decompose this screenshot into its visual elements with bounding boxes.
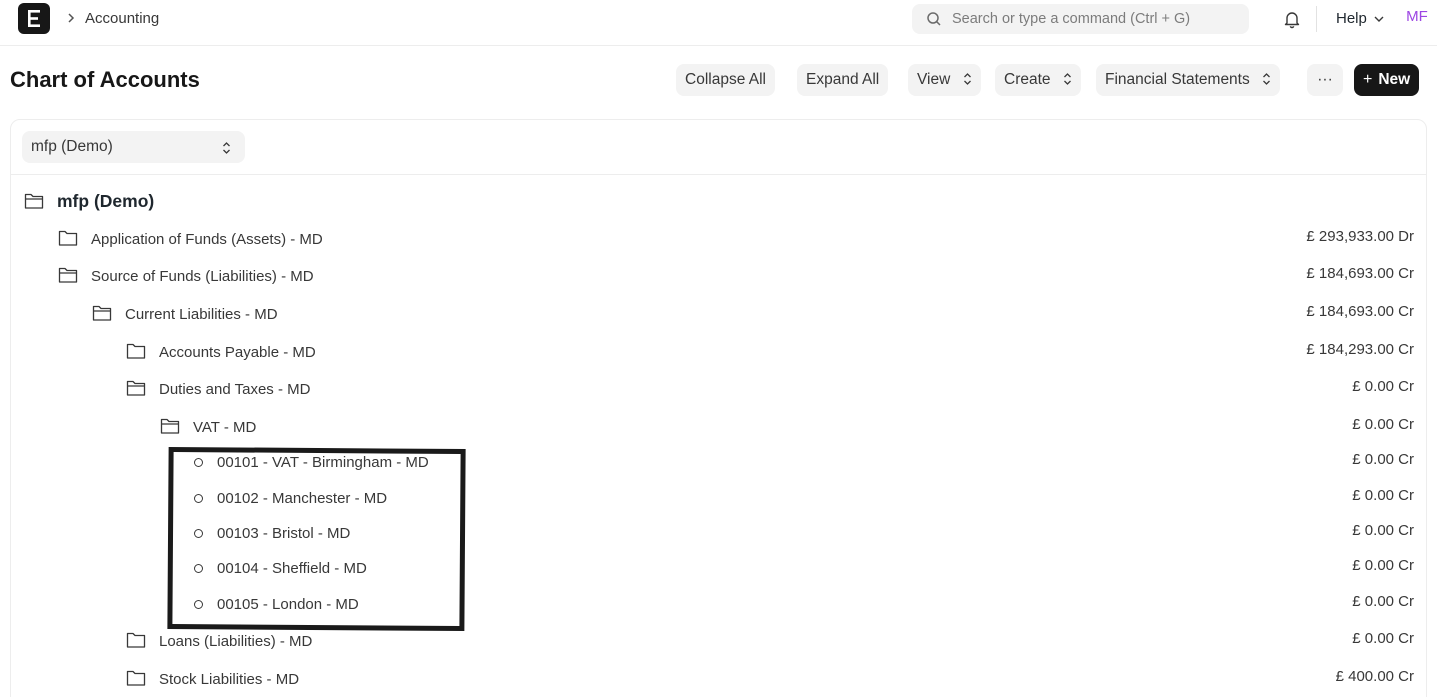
select-arrows-icon: [1263, 72, 1271, 85]
tree-group-node[interactable]: Current Liabilities - MD £ 184,693.00 Cr: [0, 300, 1437, 330]
account-balance: £ 184,693.00 Cr: [1306, 265, 1414, 282]
account-name: VAT - MD: [193, 419, 257, 436]
company-select[interactable]: mfp (Demo): [22, 131, 245, 163]
navbar-divider: [1316, 6, 1317, 32]
tree-group-node[interactable]: Accounts Payable - MD £ 184,293.00 Cr: [0, 338, 1437, 368]
leaf-node-icon: [194, 564, 203, 573]
account-name: 00101 - VAT - Birmingham - MD: [217, 454, 429, 471]
expand-all-label: Expand All: [806, 71, 880, 88]
tree-root-node[interactable]: mfp (Demo): [0, 187, 1437, 217]
account-balance: £ 0.00 Cr: [1352, 378, 1414, 395]
account-balance: £ 0.00 Cr: [1352, 593, 1414, 610]
tree-group-node[interactable]: Duties and Taxes - MD £ 0.00 Cr: [0, 375, 1437, 405]
user-avatar[interactable]: MF: [1402, 8, 1432, 30]
select-arrows-icon: [223, 142, 230, 154]
account-balance: £ 0.00 Cr: [1352, 416, 1414, 433]
breadcrumb-accounting[interactable]: Accounting: [85, 10, 159, 27]
notification-bell-icon[interactable]: [1282, 9, 1302, 29]
account-balance: £ 293,933.00 Dr: [1306, 228, 1414, 245]
create-dropdown[interactable]: Create: [995, 64, 1081, 96]
chevron-down-icon[interactable]: [1373, 15, 1385, 23]
folder-open-icon: [24, 193, 44, 209]
account-name: Loans (Liabilities) - MD: [159, 633, 313, 650]
plus-icon: +: [1363, 71, 1373, 88]
leaf-node-icon: [194, 494, 203, 503]
account-name: Current Liabilities - MD: [125, 306, 278, 323]
search-icon: [927, 12, 941, 26]
help-menu[interactable]: Help: [1336, 10, 1367, 27]
collapse-all-button[interactable]: Collapse All: [676, 64, 775, 96]
account-balance: £ 184,693.00 Cr: [1306, 303, 1414, 320]
tree-group-node[interactable]: Loans (Liabilities) - MD £ 0.00 Cr: [0, 627, 1437, 657]
account-name: Application of Funds (Assets) - MD: [91, 231, 323, 248]
page-title: Chart of Accounts: [10, 67, 200, 92]
financial-statements-label: Financial Statements: [1105, 71, 1250, 88]
folder-open-icon: [92, 305, 112, 321]
folder-icon: [58, 230, 78, 246]
new-account-button[interactable]: + New: [1354, 64, 1420, 96]
view-dropdown[interactable]: View: [908, 64, 981, 96]
collapse-all-label: Collapse All: [685, 71, 766, 88]
folder-open-icon: [160, 418, 180, 434]
view-label: View: [917, 71, 951, 88]
account-name: Source of Funds (Liabilities) - MD: [91, 268, 314, 285]
select-arrows-icon: [1063, 72, 1071, 85]
account-balance: £ 0.00 Cr: [1352, 487, 1414, 504]
card-divider: [11, 174, 1426, 175]
leaf-node-icon: [194, 529, 203, 538]
top-navbar: Accounting Search or type a command (Ctr…: [0, 0, 1437, 46]
account-name: 00104 - Sheffield - MD: [217, 560, 367, 577]
folder-open-icon: [58, 267, 78, 283]
account-name: Duties and Taxes - MD: [159, 381, 311, 398]
chevron-right-icon: [68, 13, 75, 23]
account-balance: £ 184,293.00 Cr: [1306, 341, 1414, 358]
account-balance: £ 0.00 Cr: [1352, 522, 1414, 539]
tree-leaf-node[interactable]: 00101 - VAT - Birmingham - MD £ 0.00 Cr: [0, 448, 1437, 478]
account-name: 00102 - Manchester - MD: [217, 490, 388, 507]
expand-all-button[interactable]: Expand All: [797, 64, 889, 96]
tree-root-label: mfp (Demo): [57, 191, 155, 211]
account-balance: £ 400.00 Cr: [1335, 668, 1414, 685]
tree-leaf-node[interactable]: 00103 - Bristol - MD £ 0.00 Cr: [0, 519, 1437, 549]
financial-statements-dropdown[interactable]: Financial Statements: [1096, 64, 1281, 96]
account-name: 00103 - Bristol - MD: [217, 525, 351, 542]
account-name: Stock Liabilities - MD: [159, 671, 300, 688]
folder-icon: [126, 343, 146, 359]
tree-group-node[interactable]: Stock Liabilities - MD £ 400.00 Cr: [0, 665, 1437, 695]
account-name: Accounts Payable - MD: [159, 344, 316, 361]
tree-leaf-node[interactable]: 00102 - Manchester - MD £ 0.00 Cr: [0, 484, 1437, 514]
search-placeholder: Search or type a command (Ctrl + G): [952, 11, 1191, 27]
folder-icon: [126, 632, 146, 648]
select-arrows-icon: [963, 72, 971, 85]
folder-open-icon: [126, 380, 146, 396]
new-label: New: [1378, 71, 1411, 88]
folder-icon: [126, 670, 146, 686]
more-actions-button[interactable]: ···: [1307, 64, 1343, 96]
leaf-node-icon: [194, 458, 203, 467]
more-icon: ···: [1317, 71, 1333, 88]
account-name: 00105 - London - MD: [217, 596, 359, 613]
leaf-node-icon: [194, 600, 203, 609]
tree-group-node[interactable]: Application of Funds (Assets) - MD £ 293,…: [0, 225, 1437, 255]
company-select-value: mfp (Demo): [31, 138, 113, 155]
tree-group-node[interactable]: Source of Funds (Liabilities) - MD £ 184,…: [0, 262, 1437, 292]
tree-leaf-node[interactable]: 00105 - London - MD £ 0.00 Cr: [0, 590, 1437, 620]
search-input[interactable]: Search or type a command (Ctrl + G): [912, 4, 1249, 34]
tree-leaf-node[interactable]: 00104 - Sheffield - MD £ 0.00 Cr: [0, 554, 1437, 584]
account-balance: £ 0.00 Cr: [1352, 630, 1414, 647]
create-label: Create: [1004, 71, 1051, 88]
account-balance: £ 0.00 Cr: [1352, 451, 1414, 468]
app-logo-icon[interactable]: [18, 3, 50, 34]
account-balance: £ 0.00 Cr: [1352, 557, 1414, 574]
tree-group-node[interactable]: VAT - MD £ 0.00 Cr: [0, 413, 1437, 443]
